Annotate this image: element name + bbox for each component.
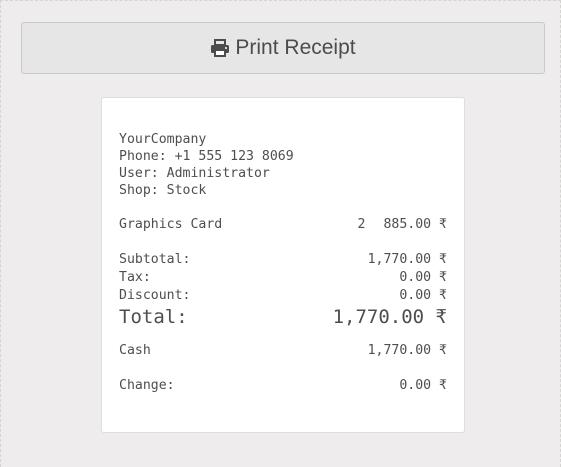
shop-name: Shop: Stock xyxy=(119,183,207,198)
print-receipt-label: Print Receipt xyxy=(235,36,356,59)
payment-method: Cash xyxy=(119,343,151,358)
total-label: Total: xyxy=(119,306,188,328)
receipt: YourCompany Phone: +1 555 123 8069 User:… xyxy=(101,97,465,433)
payment-amount: 1,770.00 ₹ xyxy=(367,343,447,358)
tax-label: Tax: xyxy=(119,270,151,285)
company-phone: Phone: +1 555 123 8069 xyxy=(119,149,294,164)
cashier-user: User: Administrator xyxy=(119,166,270,181)
subtotal-label: Subtotal: xyxy=(119,252,191,267)
order-line-qty: 2 xyxy=(357,217,366,232)
total-row: Total: 1,770.00 ₹ xyxy=(119,304,447,331)
pos-receipt-screen: Print Receipt YourCompany Phone: +1 555 … xyxy=(0,0,561,467)
payment-row: Cash 1,770.00 ₹ xyxy=(119,342,447,360)
order-line-product: Graphics Card xyxy=(119,217,223,232)
total-value: 1,770.00 ₹ xyxy=(332,306,447,328)
print-receipt-button[interactable]: Print Receipt xyxy=(21,22,545,74)
company-name: YourCompany xyxy=(119,132,207,147)
order-line-price: 885.00 ₹ xyxy=(383,217,447,232)
change-row: Change: 0.00 ₹ xyxy=(119,377,447,395)
order-line: Graphics Card 2 885.00 ₹ xyxy=(119,216,447,234)
tax-value: 0.00 ₹ xyxy=(399,270,447,285)
discount-value: 0.00 ₹ xyxy=(399,288,447,303)
change-value: 0.00 ₹ xyxy=(399,378,447,393)
tax-row: Tax: 0.00 ₹ xyxy=(119,269,447,287)
printer-icon xyxy=(211,39,230,57)
subtotal-value: 1,770.00 ₹ xyxy=(367,252,447,267)
discount-label: Discount: xyxy=(119,288,191,303)
change-label: Change: xyxy=(119,378,175,393)
discount-row: Discount: 0.00 ₹ xyxy=(119,287,447,305)
subtotal-row: Subtotal: 1,770.00 ₹ xyxy=(119,251,447,269)
